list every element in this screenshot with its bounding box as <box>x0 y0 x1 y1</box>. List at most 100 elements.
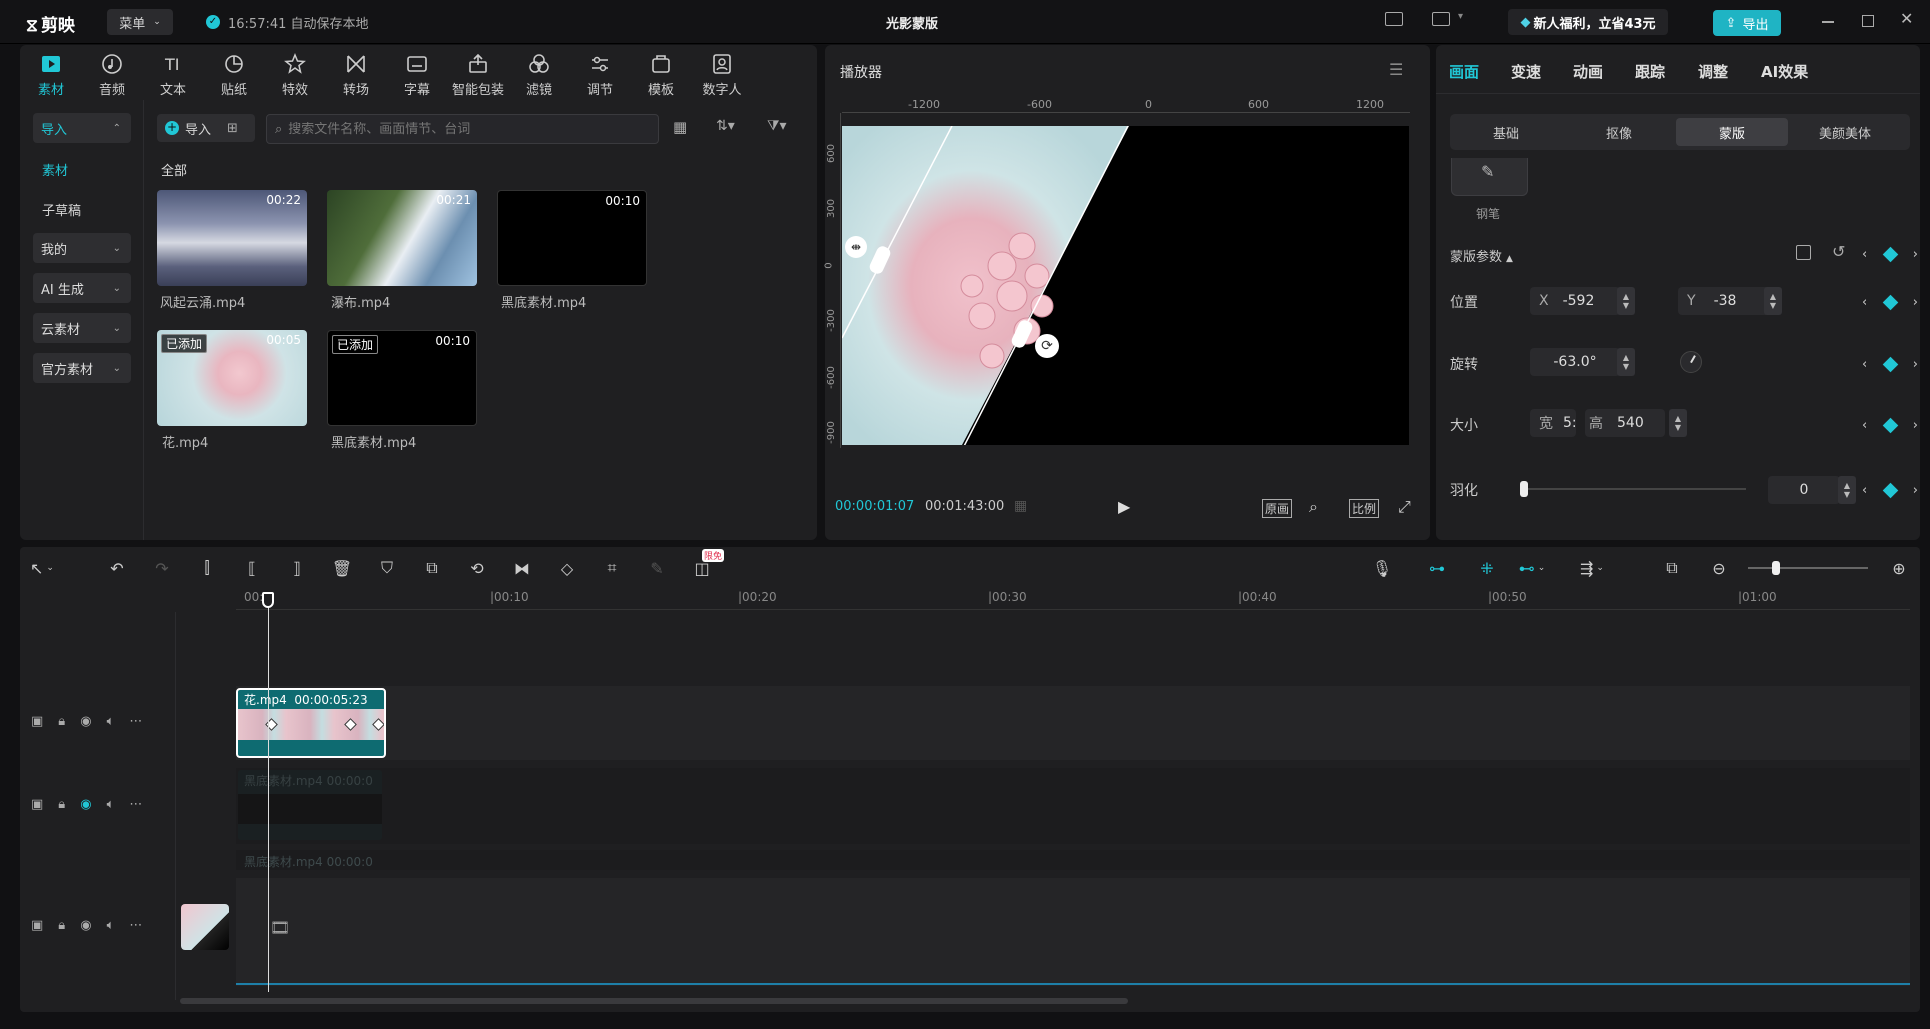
rotation-stepper[interactable]: ▲ ▼ <box>1617 348 1635 376</box>
shortcut-icon[interactable] <box>1385 12 1403 26</box>
eye-icon[interactable]: ◉ <box>80 797 91 812</box>
mask-rotate-handle[interactable]: ⟳ <box>1035 334 1059 358</box>
sidebar-official[interactable]: 官方素材 ⌄ <box>33 353 131 383</box>
link-icon[interactable]: ⊷ ⌄ <box>1519 556 1546 580</box>
position-y-field[interactable]: Y -38 <box>1678 287 1770 315</box>
pen-mask-option[interactable]: ✎ <box>1451 158 1528 196</box>
toolbar-sticker[interactable]: 贴纸 <box>204 52 264 98</box>
toolbar-adjust[interactable]: 调节 <box>570 52 630 98</box>
toolbar-subtitle[interactable]: 字幕 <box>387 52 447 98</box>
zoom-in-icon[interactable]: ⊕ <box>1887 556 1911 580</box>
rotation-field[interactable]: -63.0° <box>1530 348 1620 376</box>
sidebar-cloud[interactable]: 云素材 ⌄ <box>33 313 131 343</box>
main-track-cover[interactable] <box>181 904 229 950</box>
toolbar-template[interactable]: 模板 <box>631 52 691 98</box>
layout-chevron-icon[interactable]: ▾ <box>1458 11 1463 22</box>
sidebar-item-material[interactable]: 素材 <box>42 160 68 179</box>
original-quality-button[interactable]: 原画 <box>1262 499 1293 518</box>
toolbar-filter[interactable]: 滤镜 <box>509 52 569 98</box>
more-icon[interactable]: ⋯ <box>129 918 142 933</box>
microphone-icon[interactable]: 🎙 <box>1370 556 1394 580</box>
media-thumb[interactable]: 已添加 00:10 <box>327 330 477 426</box>
feather-slider-track[interactable] <box>1524 488 1746 490</box>
fullscreen-icon[interactable]: ⤢ <box>1398 497 1411 517</box>
crop-icon[interactable]: ⌗ <box>600 556 624 580</box>
eye-icon[interactable]: ◉ <box>80 714 91 729</box>
toolbar-transition[interactable]: 转场 <box>326 52 386 98</box>
toolbar-audio[interactable]: 音频 <box>82 52 142 98</box>
keyframe-control[interactable]: ‹ › <box>1862 292 1918 312</box>
layout-icon[interactable] <box>1432 12 1450 26</box>
tab-tracking[interactable]: 跟踪 <box>1635 61 1665 82</box>
black-clip-label[interactable]: 黑底素材.mp4 00:00:0 <box>244 853 373 870</box>
toolbar-media[interactable]: 素材 <box>21 52 81 98</box>
restore-icon[interactable] <box>1862 15 1874 27</box>
tab-ai-effects[interactable]: AI效果 <box>1761 61 1808 82</box>
playhead-handle[interactable] <box>262 592 274 608</box>
keyframe-control[interactable]: ‹ › <box>1862 415 1918 435</box>
volume-icon[interactable]: 🔈︎ <box>107 714 115 729</box>
delete-icon[interactable]: 🗑 <box>330 556 354 580</box>
subtab-beauty[interactable]: 美颜美体 <box>1789 118 1901 146</box>
cover-icon[interactable]: ▣ <box>31 714 43 729</box>
tab-animation[interactable]: 动画 <box>1573 61 1603 82</box>
size-height-field[interactable]: 高 540 <box>1585 409 1665 437</box>
zoom-out-icon[interactable]: ⊖ <box>1707 556 1731 580</box>
lock-icon[interactable]: 🔒︎ <box>58 714 65 729</box>
x-stepper[interactable]: ▲ ▼ <box>1617 287 1635 315</box>
tab-adjust[interactable]: 调整 <box>1698 61 1728 82</box>
split-left-icon[interactable]: ⟦ <box>240 556 264 580</box>
main-track-magnet-icon[interactable]: ⊶ <box>1425 556 1449 580</box>
volume-icon[interactable]: 🔈︎ <box>107 797 115 812</box>
mask-feather-handle[interactable]: ⇼ <box>845 236 867 258</box>
lock-icon[interactable]: 🔒︎ <box>58 797 65 812</box>
menu-button[interactable]: 菜单 ⌄ <box>107 9 173 35</box>
feather-slider-thumb[interactable] <box>1520 481 1528 497</box>
volume-icon[interactable]: 🔈︎ <box>107 918 115 933</box>
subtab-cutout[interactable]: 抠像 <box>1563 118 1675 146</box>
toolbar-smart-pack[interactable]: 智能包装 <box>448 52 508 98</box>
sidebar-import[interactable]: 导入 ⌃ <box>33 113 131 143</box>
toolbar-digital-human[interactable]: 数字人 <box>692 52 752 98</box>
auto-snap-icon[interactable]: ⁜ <box>1475 556 1499 580</box>
toolbar-effects[interactable]: 特效 <box>265 52 325 98</box>
media-thumb[interactable]: 00:21 <box>327 190 477 286</box>
fullscreen-timeline-icon[interactable]: ⧉ <box>1660 556 1684 580</box>
player-menu-icon[interactable]: ☰ <box>1389 60 1403 79</box>
freeze-frame-icon[interactable]: ⧉ <box>420 556 444 580</box>
qr-icon[interactable]: ⊞ <box>227 121 238 136</box>
marker-icon[interactable]: ⛉ <box>375 556 399 580</box>
timecode-grid-icon[interactable]: ▦ <box>1014 498 1027 514</box>
size-width-field[interactable]: 宽 5: <box>1530 409 1577 437</box>
split-icon[interactable]: ⫿ <box>195 556 219 580</box>
split-right-icon[interactable]: ⟧ <box>285 556 309 580</box>
promo-banner[interactable]: ◆ 新人福利，立省43元 <box>1508 9 1668 35</box>
media-import-button[interactable]: + 导入 ⊞ <box>157 114 255 142</box>
export-button[interactable]: ⇪ 导出 <box>1713 10 1781 36</box>
subtab-mask[interactable]: 蒙版 <box>1676 118 1788 146</box>
playhead[interactable] <box>262 592 274 992</box>
ratio-button[interactable]: 比例 <box>1349 499 1380 518</box>
feather-stepper[interactable]: ▲ ▼ <box>1838 476 1856 504</box>
rotation-dial[interactable] <box>1680 351 1702 373</box>
keyframe-control[interactable]: ‹ › <box>1862 480 1918 500</box>
size-stepper[interactable]: ▲ ▼ <box>1669 409 1687 437</box>
play-icon[interactable]: ▶ <box>1118 497 1130 516</box>
black-clip[interactable]: 黑底素材.mp4 00:00:0 <box>238 770 382 840</box>
reverse-icon[interactable]: ⟲ <box>465 556 489 580</box>
search-input[interactable] <box>288 121 649 137</box>
media-thumb[interactable]: 已添加 00:05 <box>157 330 307 426</box>
view-toggle-icon[interactable]: ▦ <box>673 118 687 136</box>
cover-icon[interactable]: ▣ <box>31 918 43 933</box>
tab-speed[interactable]: 变速 <box>1511 61 1541 82</box>
zoom-slider-thumb[interactable] <box>1772 561 1780 575</box>
tab-picture[interactable]: 画面 <box>1449 61 1479 82</box>
mask-params-section[interactable]: 蒙版参数 ▲ <box>1450 246 1513 265</box>
more-icon[interactable]: ⋯ <box>129 797 142 812</box>
close-icon[interactable]: ✕ <box>1900 9 1913 28</box>
zoom-fit-icon[interactable]: ⌕ <box>1309 497 1318 517</box>
edit-disabled-icon[interactable]: ✎ <box>645 556 669 580</box>
sidebar-item-subdraft[interactable]: 子草稿 <box>42 200 81 219</box>
zoom-slider-track[interactable] <box>1748 567 1868 569</box>
mirror-icon[interactable]: ⧓ <box>510 556 534 580</box>
